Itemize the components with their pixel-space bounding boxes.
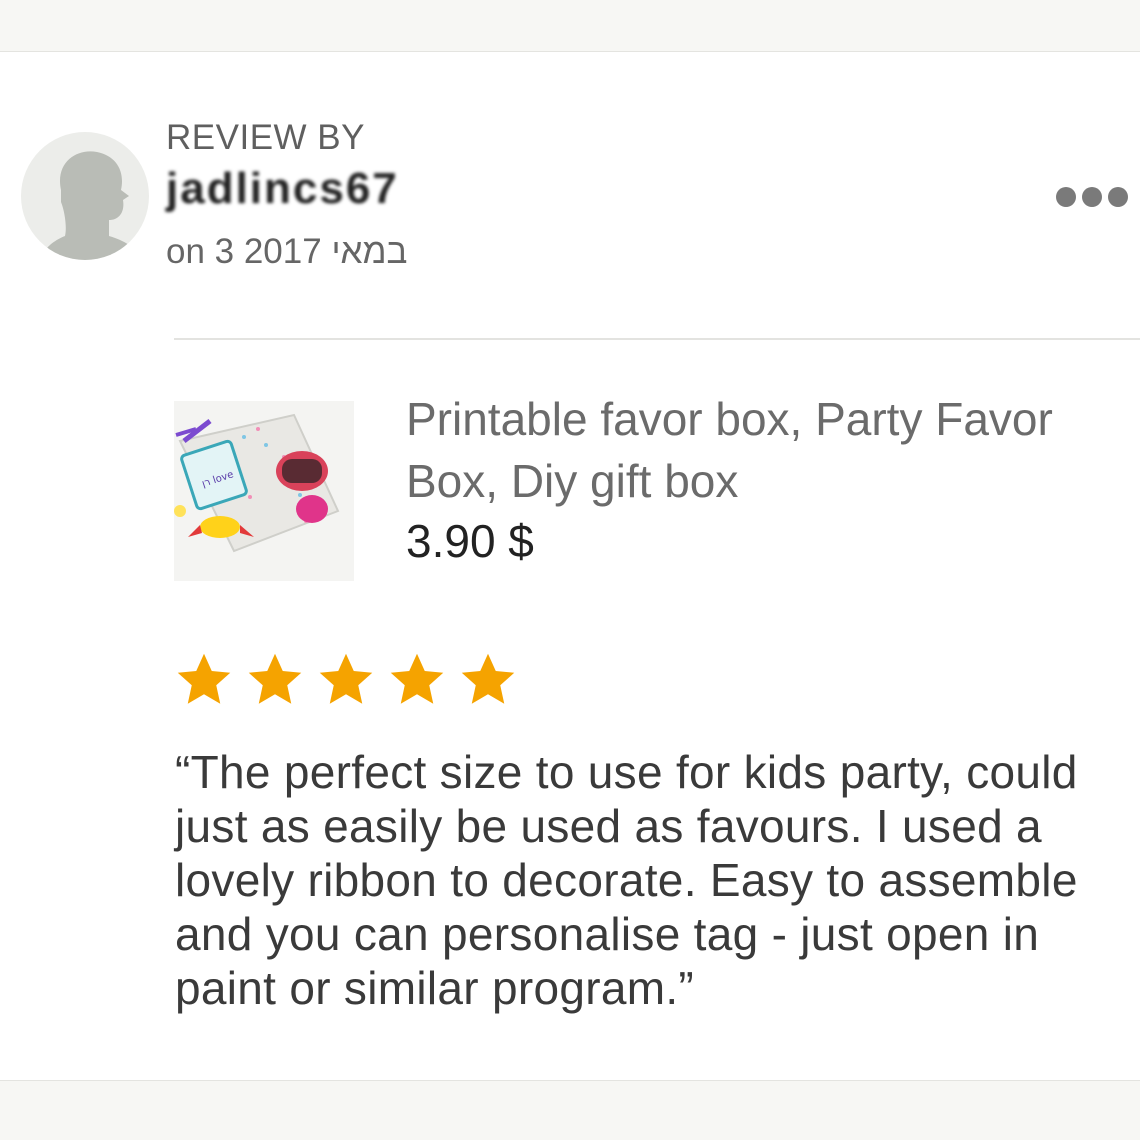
more-options-button[interactable] bbox=[1056, 184, 1140, 210]
review-date: on 3 2017 במאי bbox=[166, 232, 408, 271]
default-user-avatar-icon bbox=[41, 151, 141, 260]
star-icon bbox=[177, 653, 231, 704]
ellipsis-icon bbox=[1108, 187, 1128, 207]
user-avatar[interactable] bbox=[21, 132, 149, 260]
product-thumbnail[interactable]: רן love bbox=[174, 401, 354, 581]
rating-stars bbox=[174, 650, 518, 710]
product-price: 3.90 $ bbox=[406, 515, 534, 567]
favor-box-image: רן love bbox=[174, 401, 354, 581]
star-icon bbox=[319, 653, 373, 704]
review-text: “The perfect size to use for kids party,… bbox=[175, 746, 1078, 1014]
reviewer-username[interactable]: jadlincs67 bbox=[166, 164, 399, 214]
ellipsis-icon bbox=[1082, 187, 1102, 207]
divider bbox=[174, 338, 1140, 340]
product-title-link[interactable]: Printable favor box, Party Favor Box, Di… bbox=[406, 388, 1106, 512]
review-card: REVIEW BY jadlincs67 on 3 2017 במאי רן l… bbox=[0, 51, 1140, 1081]
ellipsis-icon bbox=[1056, 187, 1076, 207]
star-icon bbox=[248, 653, 302, 704]
review-by-label: REVIEW BY bbox=[166, 118, 365, 157]
star-icon bbox=[461, 653, 515, 704]
star-icon bbox=[390, 653, 444, 704]
